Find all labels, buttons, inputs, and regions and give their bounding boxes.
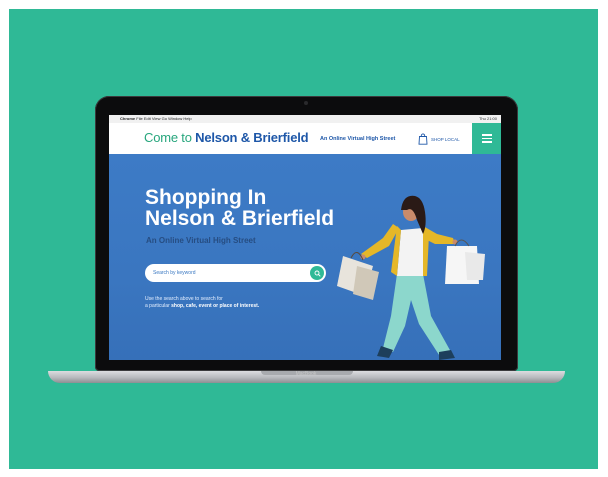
shop-local-link[interactable]: SHOP LOCAL (418, 133, 460, 145)
logo-prefix: Come to (144, 130, 192, 145)
hero-title-line-2: Nelson & Brierfield (145, 207, 335, 230)
help-line-2-emphasis: shop, cafe, event or place of interest. (171, 303, 260, 309)
mac-menubar: Chrome File Edit View Go Window Help Thu… (109, 115, 501, 123)
site-header: Come to Nelson & Brierfield An Online Vi… (109, 123, 501, 154)
menubar-clock: Thu 21:00 (478, 116, 497, 121)
laptop-brand-label: MacBook (295, 371, 317, 377)
hero-title-line-1: Shopping In (145, 186, 267, 209)
menubar-item-help[interactable]: Help (183, 116, 191, 121)
menubar-item-window[interactable]: Window (168, 116, 182, 121)
hero-title: Shopping In Nelson & Brierfield (145, 187, 334, 229)
hero-banner: Shopping In Nelson & Brierfield An Onlin… (109, 154, 501, 360)
site-logo[interactable]: Come to Nelson & Brierfield (144, 130, 309, 145)
menubar-item-edit[interactable]: Edit (144, 116, 151, 121)
menubar-item-view[interactable]: View (152, 116, 161, 121)
menubar-item-file[interactable]: File (136, 116, 142, 121)
search-icon (314, 270, 321, 277)
help-line-1: Use the search above to search for (145, 296, 223, 302)
search-input[interactable] (153, 264, 303, 282)
shopper-photo (337, 195, 485, 360)
search-button[interactable] (310, 266, 324, 280)
menubar-item-chrome[interactable]: Chrome (120, 116, 135, 121)
logo-name: Nelson & Brierfield (195, 130, 309, 145)
search-bar (145, 264, 326, 282)
hamburger-menu-button[interactable] (472, 123, 501, 154)
camera-dot (304, 101, 308, 105)
hamburger-menu-icon (481, 134, 492, 136)
hero-subtitle: An Online Virtual High Street (146, 236, 256, 245)
laptop-screen: Chrome File Edit View Go Window Help Thu… (109, 115, 501, 360)
search-help-text: Use the search above to search for a par… (145, 296, 259, 310)
shop-local-label: SHOP LOCAL (431, 136, 460, 142)
menubar-items: Chrome File Edit View Go Window Help (120, 115, 192, 123)
menubar-item-go[interactable]: Go (162, 116, 167, 121)
header-tagline: An Online Virtual High Street (320, 136, 396, 142)
shopping-bag-icon (418, 133, 428, 145)
help-line-2-prefix: a particular (145, 303, 170, 309)
